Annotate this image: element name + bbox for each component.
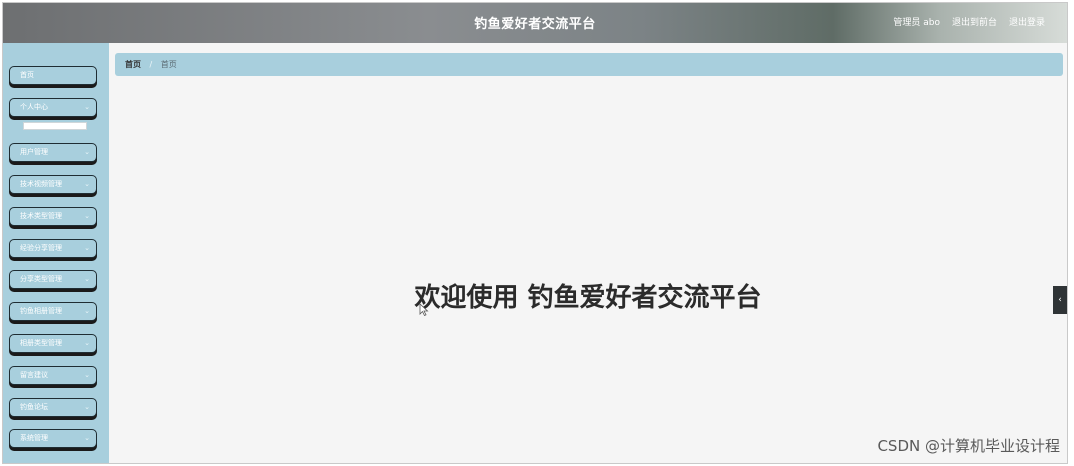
sidebar-item-label: 钓鱼相册管理 <box>20 307 62 315</box>
chevron-down-icon: ⌄ <box>84 371 90 379</box>
chevron-down-icon: ⌄ <box>84 307 90 315</box>
sidebar-item-share-type-management[interactable]: 分享类型管理 ⌄ <box>9 270 97 289</box>
sidebar-item-label: 个人中心 <box>20 103 48 111</box>
chevron-down-icon: ⌄ <box>84 103 90 111</box>
sidebar-item-label: 用户管理 <box>20 148 48 156</box>
sidebar-item-forum[interactable]: 钓鱼论坛 ⌄ <box>9 398 97 417</box>
sidebar-item-experience-management[interactable]: 经验分享管理 ⌄ <box>9 239 97 258</box>
main-content: 首页 / 首页 欢迎使用 钓鱼爱好者交流平台 ‹ <box>109 43 1067 463</box>
watermark-text: CSDN @计算机毕业设计程 <box>877 437 1060 455</box>
sidebar-item-label: 经验分享管理 <box>20 244 62 252</box>
sidebar-item-home[interactable]: 首页 <box>9 66 97 85</box>
sidebar-item-label: 系统管理 <box>20 434 48 442</box>
mouse-pointer-icon <box>419 303 429 317</box>
sidebar-item-user-management[interactable]: 用户管理 ⌄ <box>9 143 97 162</box>
sidebar-item-label: 首页 <box>20 71 34 79</box>
chevron-down-icon: ⌄ <box>84 403 90 411</box>
breadcrumb-home-link[interactable]: 首页 <box>125 60 141 69</box>
sidebar-item-label: 分享类型管理 <box>20 275 62 283</box>
sidebar-item-video-management[interactable]: 技术视频管理 ⌄ <box>9 175 97 194</box>
user-role-label: 管理员 abo <box>893 18 940 28</box>
sidebar-item-tech-type-management[interactable]: 技术类型管理 ⌄ <box>9 207 97 226</box>
breadcrumb-current: 首页 <box>160 60 177 69</box>
sidebar-item-label: 留言建议 <box>20 371 48 379</box>
exit-to-front-link[interactable]: 退出到前台 <box>952 15 997 28</box>
logout-link[interactable]: 退出登录 <box>1009 15 1045 28</box>
collapse-panel-toggle[interactable]: ‹ <box>1053 286 1067 314</box>
sidebar-item-label: 钓鱼论坛 <box>20 403 48 411</box>
sidebar-item-label: 相册类型管理 <box>20 339 62 347</box>
breadcrumb-separator: / <box>149 60 153 69</box>
chevron-down-icon: ⌄ <box>84 180 90 188</box>
chevron-down-icon: ⌄ <box>84 339 90 347</box>
sidebar-item-personal-center[interactable]: 个人中心 ⌄ <box>9 98 97 117</box>
sidebar-item-album-management[interactable]: 钓鱼相册管理 ⌄ <box>9 302 97 321</box>
sidebar-item-label: 技术视频管理 <box>20 180 62 188</box>
chevron-down-icon: ⌄ <box>84 212 90 220</box>
chevron-down-icon: ⌄ <box>84 244 90 252</box>
chevron-down-icon: ⌄ <box>84 148 90 156</box>
sidebar-item-album-type-management[interactable]: 相册类型管理 ⌄ <box>9 334 97 353</box>
app-window: 钓鱼爱好者交流平台 管理员 abo 退出到前台 退出登录 首页 个人中心 ⌄ 用… <box>2 2 1068 464</box>
top-header: 钓鱼爱好者交流平台 管理员 abo 退出到前台 退出登录 <box>3 3 1067 43</box>
sidebar-item-suggestions[interactable]: 留言建议 ⌄ <box>9 366 97 385</box>
sidebar-item-system-management[interactable]: 系统管理 ⌄ <box>9 429 97 448</box>
chevron-down-icon: ⌄ <box>84 434 90 442</box>
welcome-heading: 欢迎使用 钓鱼爱好者交流平台 <box>414 283 762 313</box>
user-bar: 管理员 abo 退出到前台 退出登录 <box>893 15 1045 28</box>
breadcrumb: 首页 / 首页 <box>115 53 1063 76</box>
submenu-placeholder <box>23 122 87 130</box>
sidebar: 首页 个人中心 ⌄ 用户管理 ⌄ 技术视频管理 ⌄ 技术类型管理 ⌄ 经验分享管… <box>3 43 109 463</box>
sidebar-item-label: 技术类型管理 <box>20 212 62 220</box>
chevron-down-icon: ⌄ <box>84 275 90 283</box>
